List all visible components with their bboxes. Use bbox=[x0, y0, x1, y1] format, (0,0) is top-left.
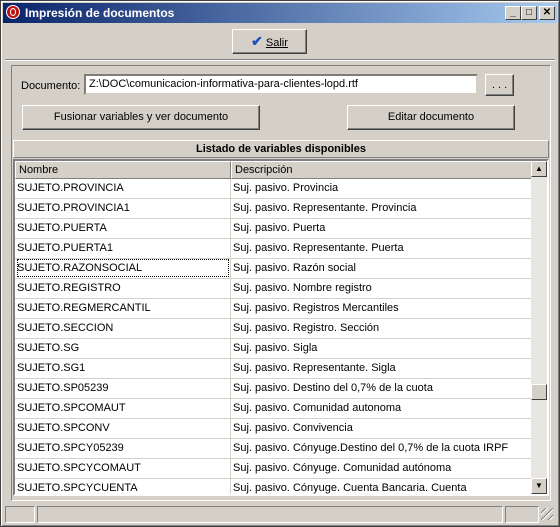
column-header-description[interactable]: Descripción bbox=[231, 161, 533, 179]
scroll-thumb[interactable] bbox=[531, 384, 547, 400]
exit-button-label: Salir bbox=[265, 37, 288, 49]
table-row[interactable]: SUJETO.PROVINCIA1 Suj. pasivo. Representa… bbox=[15, 199, 531, 219]
table-row[interactable]: SUJETO.PUERTA Suj. pasivo. Puerta bbox=[15, 219, 531, 239]
variable-description-cell: Suj. pasivo. Comunidad autonoma bbox=[233, 402, 402, 414]
checkmark-icon: ✔ bbox=[251, 33, 263, 49]
table-row[interactable]: SUJETO.SG1 Suj. pasivo. Representante. Si… bbox=[15, 359, 531, 379]
variable-name-cell: SUJETO.PUERTA1 bbox=[17, 242, 113, 254]
merge-variables-button[interactable]: Fusionar variables y ver documento bbox=[22, 105, 260, 130]
variable-name-cell: SUJETO.SPCONV bbox=[17, 422, 110, 434]
browse-button[interactable]: . . . bbox=[485, 74, 514, 96]
column-divider bbox=[230, 319, 231, 338]
table-row[interactable]: SUJETO.SECCION Suj. pasivo. Registro. Sec… bbox=[15, 319, 531, 339]
column-divider bbox=[230, 239, 231, 258]
column-divider bbox=[230, 379, 231, 398]
column-divider bbox=[230, 419, 231, 438]
variable-name-cell: SUJETO.PUERTA bbox=[17, 222, 107, 234]
variable-name-cell: SUJETO.SPCYCOMAUT bbox=[17, 462, 141, 474]
variable-name-cell: SUJETO.REGISTRO bbox=[17, 282, 121, 294]
table-row[interactable]: SUJETO.REGISTRO Suj. pasivo. Nombre regis… bbox=[15, 279, 531, 299]
column-divider bbox=[230, 199, 231, 218]
table-row[interactable]: SUJETO.SPCYCOMAUT Suj. pasivo. Cónyuge. C… bbox=[15, 459, 531, 479]
variable-name-cell: SUJETO.PROVINCIA1 bbox=[17, 202, 130, 214]
column-divider bbox=[230, 179, 231, 198]
variable-name-cell: SUJETO.SPCOMAUT bbox=[17, 402, 126, 414]
print-documents-window: Impresión de documentos _ □ ✕ ✔ Salir Do… bbox=[0, 0, 560, 527]
variable-description-cell: Suj. pasivo. Representante. Provincia bbox=[233, 202, 417, 214]
window-title: Impresión de documentos bbox=[25, 6, 175, 20]
variables-list-title: Listado de variables disponibles bbox=[13, 140, 549, 158]
variable-name-cell: SUJETO.SPCYCUENTA bbox=[17, 482, 138, 494]
resize-grip[interactable] bbox=[541, 508, 553, 520]
column-divider bbox=[230, 299, 231, 318]
table-row[interactable]: SUJETO.RAZONSOCIAL Suj. pasivo. Razón soc… bbox=[15, 259, 531, 279]
maximize-button[interactable]: □ bbox=[521, 6, 537, 20]
status-bar bbox=[3, 504, 557, 524]
close-button[interactable]: ✕ bbox=[539, 6, 555, 20]
variable-description-cell: Suj. pasivo. Destino del 0,7% de la cuot… bbox=[233, 382, 433, 394]
vertical-scrollbar[interactable]: ▲ ▼ bbox=[531, 161, 547, 494]
document-path-field[interactable]: Z:\DOC\comunicacion-informativa-para-cli… bbox=[84, 74, 478, 95]
variable-description-cell: Suj. pasivo. Nombre registro bbox=[233, 282, 372, 294]
variable-description-cell: Suj. pasivo. Convivencia bbox=[233, 422, 353, 434]
variables-rows: SUJETO.PROVINCIA Suj. pasivo. Provincia SU… bbox=[15, 179, 531, 494]
status-panel-3 bbox=[505, 506, 539, 523]
variable-description-cell: Suj. pasivo. Representante. Puerta bbox=[233, 242, 404, 254]
variable-name-cell: SUJETO.SECCION bbox=[17, 322, 114, 334]
variable-name-cell: SUJETO.REGMERCANTIL bbox=[17, 302, 151, 314]
table-row[interactable]: SUJETO.SPCONV Suj. pasivo. Convivencia bbox=[15, 419, 531, 439]
document-label: Documento: bbox=[21, 80, 81, 92]
table-row[interactable]: SUJETO.SPCYCUENTA Suj. pasivo. Cónyuge. C… bbox=[15, 479, 531, 494]
table-row[interactable]: SUJETO.SPCOMAUT Suj. pasivo. Comunidad au… bbox=[15, 399, 531, 419]
variable-name-cell: SUJETO.SG1 bbox=[17, 362, 86, 374]
column-divider bbox=[230, 459, 231, 478]
column-divider bbox=[230, 479, 231, 494]
variable-description-cell: Suj. pasivo. Representante. Sigla bbox=[233, 362, 396, 374]
variable-description-cell: Suj. pasivo. Registros Mercantiles bbox=[233, 302, 399, 314]
column-divider bbox=[230, 359, 231, 378]
variable-name-cell: SUJETO.PROVINCIA bbox=[17, 182, 124, 194]
variable-description-cell: Suj. pasivo. Registro. Sección bbox=[233, 322, 380, 334]
variable-description-cell: Suj. pasivo. Puerta bbox=[233, 222, 326, 234]
scroll-up-arrow-icon[interactable]: ▲ bbox=[531, 161, 547, 177]
column-divider bbox=[230, 339, 231, 358]
column-header-name[interactable]: Nombre bbox=[15, 161, 231, 179]
variable-description-cell: Suj. pasivo. Cónyuge.Destino del 0,7% de… bbox=[233, 442, 509, 454]
title-bar[interactable]: Impresión de documentos _ □ ✕ bbox=[3, 3, 557, 23]
edit-document-button[interactable]: Editar documento bbox=[347, 105, 515, 130]
variable-description-cell: Suj. pasivo. Cónyuge. Comunidad autónoma bbox=[233, 462, 452, 474]
table-row[interactable]: SUJETO.REGMERCANTIL Suj. pasivo. Registro… bbox=[15, 299, 531, 319]
table-row[interactable]: SUJETO.PUERTA1 Suj. pasivo. Representante… bbox=[15, 239, 531, 259]
variable-name-cell: SUJETO.SPCY05239 bbox=[17, 442, 124, 454]
column-divider bbox=[230, 439, 231, 458]
variable-description-cell: Suj. pasivo. Cónyuge. Cuenta Bancaria. C… bbox=[233, 482, 467, 494]
variable-description-cell: Suj. pasivo. Provincia bbox=[233, 182, 339, 194]
table-row[interactable]: SUJETO.PROVINCIA Suj. pasivo. Provincia bbox=[15, 179, 531, 199]
column-divider bbox=[230, 259, 231, 278]
separator bbox=[5, 59, 555, 61]
table-row[interactable]: SUJETO.SG Suj. pasivo. Sigla bbox=[15, 339, 531, 359]
column-divider bbox=[230, 219, 231, 238]
status-panel-1 bbox=[5, 506, 35, 523]
scroll-down-arrow-icon[interactable]: ▼ bbox=[531, 478, 547, 494]
table-row[interactable]: SUJETO.SPCY05239 Suj. pasivo. Cónyuge.Des… bbox=[15, 439, 531, 459]
variables-grid[interactable]: Nombre Descripción SUJETO.PROVINCIA Suj. … bbox=[13, 159, 549, 496]
status-panel-2 bbox=[37, 506, 503, 523]
variable-description-cell: Suj. pasivo. Razón social bbox=[233, 262, 356, 274]
exit-button[interactable]: ✔ Salir bbox=[232, 29, 307, 54]
variable-name-cell: SUJETO.RAZONSOCIAL bbox=[17, 259, 229, 277]
variable-name-cell: SUJETO.SP05239 bbox=[17, 382, 109, 394]
variable-description-cell: Suj. pasivo. Sigla bbox=[233, 342, 318, 354]
table-row[interactable]: SUJETO.SP05239 Suj. pasivo. Destino del 0… bbox=[15, 379, 531, 399]
column-divider bbox=[230, 399, 231, 418]
variable-name-cell: SUJETO.SG bbox=[17, 342, 80, 354]
column-divider bbox=[230, 279, 231, 298]
minimize-button[interactable]: _ bbox=[505, 6, 521, 20]
app-icon[interactable] bbox=[6, 5, 20, 19]
